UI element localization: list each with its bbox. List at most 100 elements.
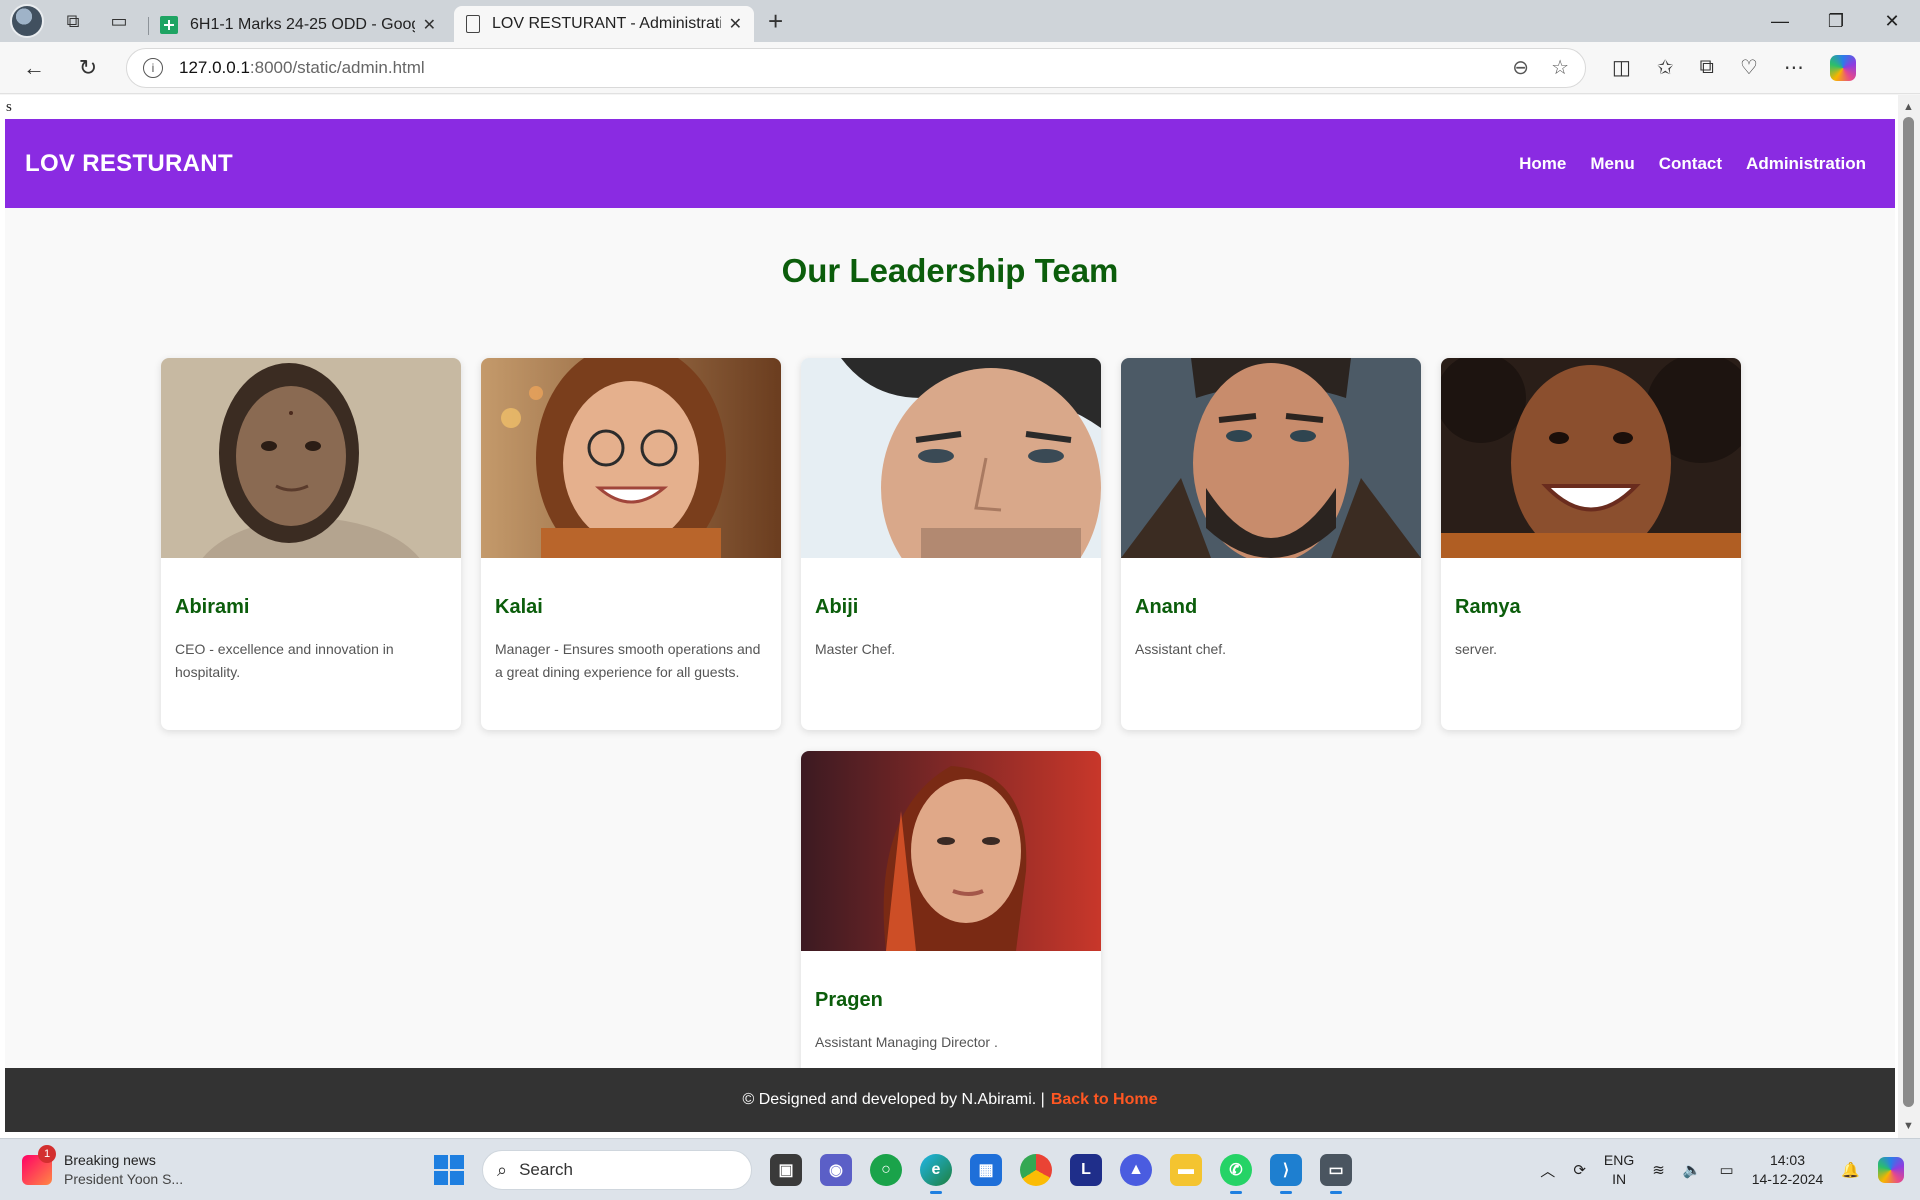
file-explorer-icon[interactable]: ▣: [770, 1154, 802, 1186]
profile-avatar[interactable]: [10, 4, 44, 38]
address-toolbar: ← ↻ i 127.0.0.1:8000/static/admin.html ⊖…: [0, 42, 1920, 94]
remote-desktop-icon[interactable]: ▭: [1320, 1154, 1352, 1194]
member-photo: [801, 358, 1101, 558]
member-role: server.: [1455, 641, 1498, 657]
copilot-taskbar-icon[interactable]: [1878, 1157, 1904, 1183]
taskbar: 1 Breaking news President Yoon S... ⌕ Se…: [0, 1138, 1920, 1200]
wifi-icon[interactable]: ≋: [1652, 1161, 1665, 1179]
collections-icon[interactable]: ⧉: [1700, 56, 1714, 79]
clock[interactable]: 14:03 14-12-2024: [1752, 1151, 1824, 1189]
team-card: Kalai Manager - Ensures smooth operation…: [481, 358, 781, 730]
member-name: Abirami: [175, 596, 250, 618]
site-header: LOV RESTURANT Home Menu Contact Administ…: [5, 119, 1895, 208]
more-menu-icon[interactable]: ⋯: [1784, 55, 1804, 80]
member-photo: [161, 358, 461, 558]
news-title: Breaking news: [64, 1151, 156, 1168]
workspaces-icon[interactable]: ⧉: [56, 4, 90, 38]
chevron-up-icon[interactable]: ︿: [1540, 1160, 1555, 1181]
edge-icon[interactable]: e: [920, 1154, 952, 1194]
member-name: Pragen: [815, 989, 883, 1011]
tab-actions-icon[interactable]: ▭: [102, 4, 136, 38]
nav-administration[interactable]: Administration: [1746, 154, 1866, 174]
volume-icon[interactable]: 🔈: [1683, 1161, 1702, 1179]
page-scrollbar[interactable]: ▲ ▼: [1898, 95, 1920, 1138]
minimize-icon[interactable]: —: [1752, 0, 1808, 42]
news-widget[interactable]: 1 Breaking news President Yoon S...: [22, 1144, 184, 1189]
teams-icon[interactable]: ◉: [820, 1154, 852, 1186]
team-card: Abiji Master Chef.: [801, 358, 1101, 730]
site-info-icon[interactable]: i: [143, 57, 163, 78]
split-screen-icon[interactable]: ◫: [1612, 55, 1631, 80]
news-subtitle: President Yoon S...: [64, 1170, 184, 1187]
nav-menu[interactable]: Menu: [1590, 154, 1634, 174]
search-placeholder: Search: [519, 1160, 573, 1179]
zoom-icon[interactable]: ⊖: [1512, 55, 1529, 80]
battery-icon[interactable]: ▭: [1720, 1161, 1734, 1179]
favorites-icon[interactable]: ✩: [1657, 55, 1674, 80]
url-bar[interactable]: i 127.0.0.1:8000/static/admin.html ⊖ ☆: [126, 47, 1586, 88]
news-icon: 1: [22, 1144, 56, 1185]
l-app-icon[interactable]: L: [1070, 1154, 1102, 1186]
browser-essentials-icon[interactable]: ♡: [1740, 55, 1758, 80]
close-tab-icon[interactable]: ✕: [423, 15, 436, 35]
notification-bell-icon[interactable]: 🔔: [1841, 1161, 1860, 1179]
page-viewport: s LOV RESTURANT Home Menu Contact Admini…: [0, 95, 1920, 1138]
notification-badge: 1: [38, 1144, 56, 1163]
folder-icon[interactable]: ▬: [1170, 1154, 1202, 1186]
back-icon[interactable]: ←: [14, 48, 54, 88]
page-icon: [466, 15, 480, 33]
stray-text: s: [6, 99, 12, 115]
team-card: Abirami CEO - excellence and innovation …: [161, 358, 461, 730]
member-role: Assistant chef.: [1135, 641, 1227, 657]
member-name: Anand: [1135, 596, 1198, 618]
member-role: Manager - Ensures smooth operations and …: [495, 641, 761, 680]
clock-date: 14-12-2024: [1751, 1171, 1824, 1187]
member-name: Ramya: [1455, 596, 1521, 618]
back-to-home-link[interactable]: Back to Home: [1051, 1091, 1158, 1109]
close-window-icon[interactable]: ✕: [1864, 0, 1920, 42]
region-code: IN: [1612, 1171, 1627, 1187]
clock-time: 14:03: [1769, 1152, 1806, 1168]
tab-admin[interactable]: LOV RESTURANT - Administration ✕: [454, 6, 754, 42]
member-photo: [481, 358, 781, 558]
taskbar-search[interactable]: ⌕ Search: [482, 1150, 752, 1190]
tab-sheets[interactable]: 6H1-1 Marks 24-25 ODD - Google ✕: [148, 8, 448, 42]
window-controls: — ❐ ✕: [1752, 0, 1920, 42]
refresh-app-icon[interactable]: ○: [870, 1154, 902, 1186]
system-tray: ︿ ⟳ ENG IN ≋ 🔈 ▭ 14:03 14-12-2024 🔔: [1540, 1139, 1904, 1200]
team-card: Pragen Assistant Managing Director .: [801, 751, 1101, 1079]
start-button-icon[interactable]: [434, 1155, 464, 1185]
scroll-down-icon[interactable]: ▼: [1903, 1120, 1914, 1132]
footer-text: © Designed and developed by N.Abirami. |: [742, 1091, 1045, 1108]
sync-icon[interactable]: ⟳: [1573, 1161, 1586, 1179]
search-icon: ⌕: [497, 1159, 508, 1180]
nav-home[interactable]: Home: [1519, 154, 1566, 174]
sheets-icon: [160, 16, 178, 34]
close-tab-icon[interactable]: ✕: [729, 14, 742, 34]
chrome-icon[interactable]: [1020, 1154, 1052, 1186]
member-role: CEO - excellence and innovation in hospi…: [175, 641, 394, 680]
copilot-icon[interactable]: [1829, 54, 1856, 81]
restore-icon[interactable]: ❐: [1808, 0, 1864, 42]
favorite-star-icon[interactable]: ☆: [1551, 55, 1569, 80]
member-photo: [801, 751, 1101, 951]
new-tab-button[interactable]: +: [768, 6, 783, 37]
vpn-icon[interactable]: ▲: [1120, 1154, 1152, 1186]
refresh-icon[interactable]: ↻: [68, 48, 108, 88]
nav-contact[interactable]: Contact: [1659, 154, 1722, 174]
tab-title: LOV RESTURANT - Administration: [492, 15, 721, 32]
member-role: Assistant Managing Director .: [815, 1034, 998, 1050]
brand-logo[interactable]: LOV RESTURANT: [25, 150, 233, 178]
member-role: Master Chef.: [815, 641, 896, 657]
browser-tab-bar: ⧉ ▭ 6H1-1 Marks 24-25 ODD - Google ✕ LOV…: [0, 0, 1920, 42]
store-icon[interactable]: ▦: [970, 1154, 1002, 1186]
language-indicator[interactable]: ENG IN: [1604, 1151, 1634, 1189]
vscode-icon[interactable]: ⟩: [1270, 1154, 1302, 1194]
scroll-thumb[interactable]: [1903, 117, 1914, 1107]
scroll-up-icon[interactable]: ▲: [1903, 101, 1914, 113]
member-photo: [1121, 358, 1421, 558]
url-path: :8000/static/admin.html: [249, 57, 425, 77]
language-code: ENG: [1603, 1152, 1635, 1168]
member-name: Kalai: [495, 596, 543, 618]
whatsapp-icon[interactable]: ✆: [1220, 1154, 1252, 1194]
